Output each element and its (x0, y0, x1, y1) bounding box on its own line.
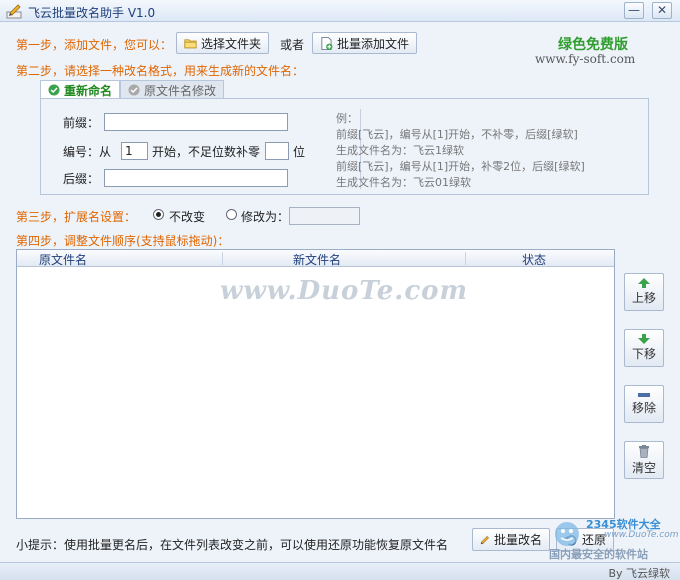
step4-label: 第四步，调整文件顺序(支持鼠标拖动)： (16, 234, 230, 248)
example-line: 生成文件名为：飞云1绿软 (336, 144, 464, 157)
clear-label: 清空 (631, 460, 656, 475)
trash-icon (639, 444, 649, 458)
minus-icon (638, 393, 650, 397)
remove-label: 移除 (631, 401, 656, 415)
prefix-input[interactable] (104, 113, 288, 131)
no-change-label: 不改变 (169, 210, 206, 224)
move-down-button[interactable]: 下移 (624, 329, 664, 367)
format-tabs: 重新命名 原文件名修改 (40, 80, 225, 99)
remove-button[interactable]: 移除 (624, 385, 664, 423)
tip-text: 小提示：使用批量更名后，在文件列表改变之前，可以使用还原功能恢复原文件名 (16, 538, 449, 552)
batch-rename-label: 批量改名 (493, 533, 542, 547)
step2-label: 第二步，请选择一种改名格式，用来生成新的文件名： (16, 64, 305, 78)
rename-panel: 前缀： 编号：从 1 开始，不足位数补零 位 后缀： 例： 前缀[飞云]，编号从… (40, 98, 649, 195)
check-circle-icon (48, 84, 60, 96)
number-mid-label: 开始，不足位数补零 (152, 145, 261, 159)
check-circle-icon (128, 84, 140, 96)
column-original-name[interactable]: 原文件名 (39, 251, 87, 268)
add-file-icon (321, 36, 333, 50)
batch-add-files-label: 批量添加文件 (336, 36, 409, 51)
example-line: 前缀[飞云]，编号从[1]开始，补零2位，后缀[绿软] (336, 160, 585, 173)
tab-modify-original-label: 原文件名修改 (144, 83, 217, 98)
file-list-header: 原文件名 新文件名 状态 (17, 250, 614, 267)
change-to-radio[interactable] (226, 209, 237, 220)
tab-rename-label: 重新命名 (64, 83, 113, 98)
move-up-button[interactable]: 上移 (624, 273, 664, 311)
title-bar: 飞云批量改名助手 V1.0 — ✕ (0, 0, 680, 22)
column-separator (222, 252, 223, 265)
or-label: 或者 (280, 38, 305, 52)
step1-label: 第一步，添加文件，您可以： (16, 38, 173, 52)
batch-add-files-button[interactable]: 批量添加文件 (312, 32, 417, 54)
suffix-label: 后缀： (63, 172, 100, 186)
move-down-label: 下移 (631, 347, 656, 361)
folder-icon (184, 39, 197, 49)
no-change-radio[interactable] (153, 209, 164, 220)
number-label: 编号：从 (63, 145, 112, 159)
minimize-button[interactable]: — (624, 2, 644, 19)
window-title: 飞云批量改名助手 V1.0 (28, 6, 156, 20)
extension-input[interactable] (289, 207, 360, 225)
change-to-label: 修改为： (241, 210, 290, 224)
select-folder-label: 选择文件夹 (200, 36, 261, 51)
tab-rename[interactable]: 重新命名 (40, 80, 121, 99)
brand-website: www.fy-soft.com (535, 52, 636, 66)
step3-label: 第三步，扩展名设置： (16, 210, 137, 224)
digits-unit-label: 位 (293, 145, 306, 159)
batch-rename-button[interactable]: 批量改名 (472, 528, 550, 551)
select-folder-button[interactable]: 选择文件夹 (176, 32, 269, 54)
clear-button[interactable]: 清空 (624, 441, 664, 479)
example-line: 生成文件名为：飞云01绿软 (336, 176, 471, 189)
example-title: 例： (336, 112, 358, 125)
arrow-down-icon (638, 334, 650, 344)
arrow-up-icon (638, 278, 650, 288)
column-separator (465, 252, 466, 265)
author-credit: By 飞云绿软 (608, 567, 670, 580)
logo-url: www.DuoTe.com (604, 530, 679, 540)
move-up-label: 上移 (631, 291, 656, 305)
logo-slogan: 国内最安全的软件站 (549, 548, 648, 561)
status-bar: By 飞云绿软 (0, 562, 680, 580)
tab-modify-original[interactable]: 原文件名修改 (120, 80, 225, 99)
pencil-icon (480, 535, 489, 544)
app-pencil-icon (6, 4, 22, 19)
number-start-input[interactable]: 1 (121, 142, 148, 160)
column-status[interactable]: 状态 (522, 251, 546, 268)
brand-name: 绿色免费版 (558, 37, 628, 53)
example-line: 前缀[飞云]，编号从[1]开始，不补零，后缀[绿软] (336, 128, 578, 141)
suffix-input[interactable] (104, 169, 288, 187)
zero-pad-input[interactable] (265, 142, 289, 160)
duote-watermark: www.DuoTe.com (220, 276, 469, 306)
prefix-label: 前缀： (63, 116, 100, 130)
close-button[interactable]: ✕ (652, 2, 672, 19)
column-new-name[interactable]: 新文件名 (293, 251, 341, 268)
